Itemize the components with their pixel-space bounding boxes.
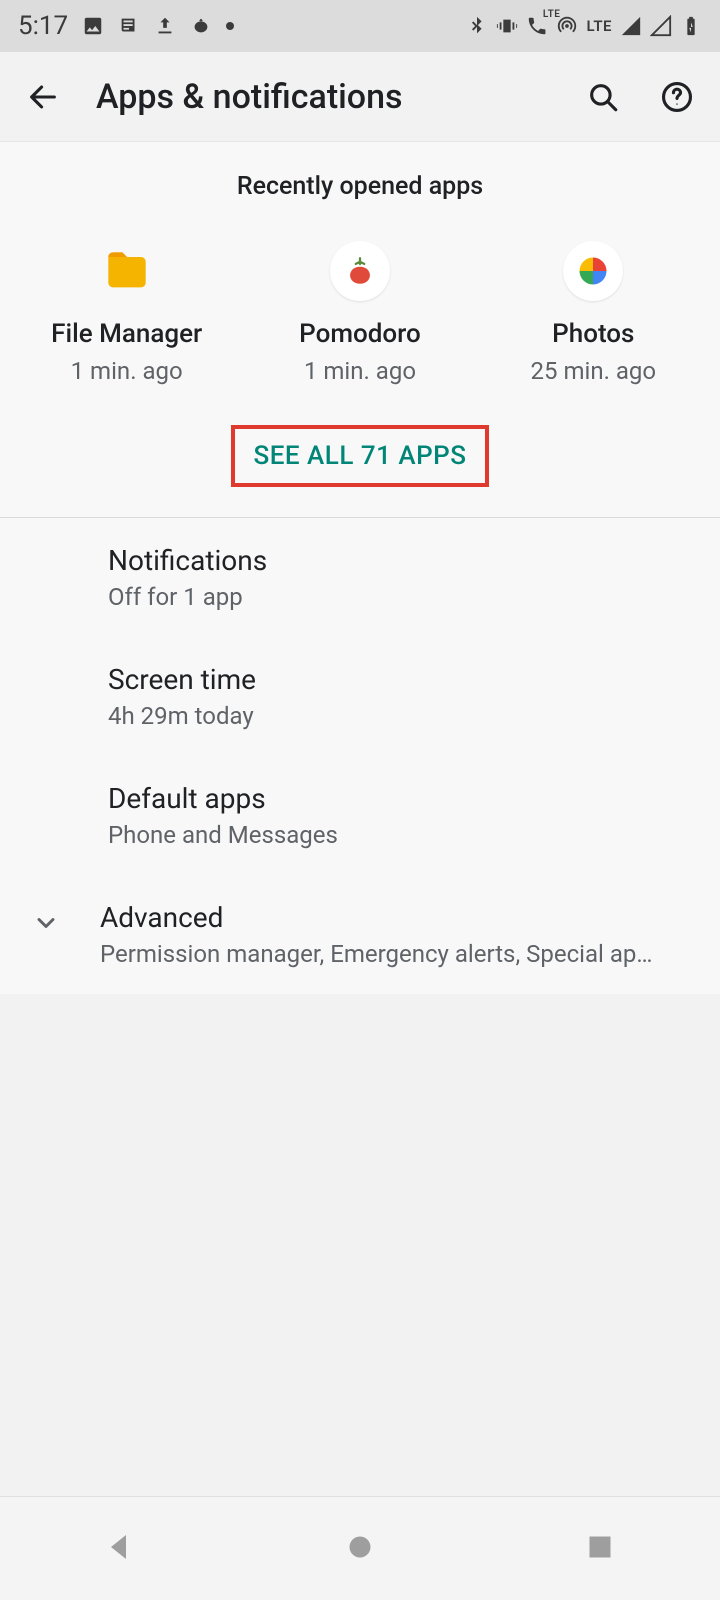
lte-text: LTE bbox=[586, 17, 612, 35]
volte-icon: LTE bbox=[526, 15, 548, 37]
setting-title: Notifications bbox=[108, 544, 696, 577]
recent-app-file-manager[interactable]: File Manager 1 min. ago bbox=[22, 225, 232, 385]
status-bar: 5:17 LTE LTE bbox=[0, 0, 720, 52]
file-manager-icon bbox=[97, 241, 157, 301]
help-button[interactable] bbox=[658, 78, 696, 116]
app-time-label: 25 min. ago bbox=[488, 357, 698, 385]
setting-notifications[interactable]: Notifications Off for 1 app bbox=[0, 518, 720, 637]
battery-charging-icon bbox=[680, 15, 702, 37]
recent-apps-row: File Manager 1 min. ago Pomodoro 1 min. … bbox=[0, 225, 720, 415]
news-icon bbox=[118, 15, 140, 37]
setting-title: Screen time bbox=[108, 663, 696, 696]
status-time: 5:17 bbox=[18, 11, 68, 41]
setting-subtitle: Off for 1 app bbox=[108, 583, 668, 611]
back-button[interactable] bbox=[24, 78, 62, 116]
setting-subtitle: Phone and Messages bbox=[108, 821, 668, 849]
setting-advanced[interactable]: Advanced Permission manager, Emergency a… bbox=[0, 875, 720, 994]
search-button[interactable] bbox=[584, 78, 622, 116]
pomodoro-icon bbox=[330, 241, 390, 301]
recent-app-pomodoro[interactable]: Pomodoro 1 min. ago bbox=[255, 225, 465, 385]
setting-subtitle: 4h 29m today bbox=[108, 702, 668, 730]
signal-full-icon bbox=[620, 15, 642, 37]
setting-title: Default apps bbox=[108, 782, 696, 815]
setting-subtitle: Permission manager, Emergency alerts, Sp… bbox=[100, 940, 660, 968]
navigation-bar bbox=[0, 1496, 720, 1600]
more-dot-icon bbox=[226, 22, 234, 30]
app-name-label: Pomodoro bbox=[255, 319, 465, 349]
bluetooth-icon bbox=[466, 15, 488, 37]
recent-apps-header: Recently opened apps bbox=[0, 142, 720, 225]
signal-empty-icon bbox=[650, 15, 672, 37]
see-all-apps-button[interactable]: SEE ALL 71 APPS bbox=[231, 425, 488, 487]
photos-icon bbox=[563, 241, 623, 301]
setting-default-apps[interactable]: Default apps Phone and Messages bbox=[0, 756, 720, 875]
setting-title: Advanced bbox=[100, 901, 696, 934]
app-bar: Apps & notifications bbox=[0, 52, 720, 142]
app-name-label: Photos bbox=[488, 319, 698, 349]
upload-icon bbox=[154, 15, 176, 37]
vibrate-icon bbox=[496, 15, 518, 37]
nav-home-button[interactable] bbox=[342, 1529, 378, 1569]
recent-app-photos[interactable]: Photos 25 min. ago bbox=[488, 225, 698, 385]
chevron-down-icon bbox=[24, 909, 68, 937]
app-time-label: 1 min. ago bbox=[255, 357, 465, 385]
image-icon bbox=[82, 15, 104, 37]
nav-back-button[interactable] bbox=[102, 1529, 138, 1569]
setting-screen-time[interactable]: Screen time 4h 29m today bbox=[0, 637, 720, 756]
app-name-label: File Manager bbox=[22, 319, 232, 349]
nav-recent-button[interactable] bbox=[582, 1529, 618, 1569]
app-time-label: 1 min. ago bbox=[22, 357, 232, 385]
tomato-icon bbox=[190, 15, 212, 37]
page-title: Apps & notifications bbox=[96, 77, 584, 117]
